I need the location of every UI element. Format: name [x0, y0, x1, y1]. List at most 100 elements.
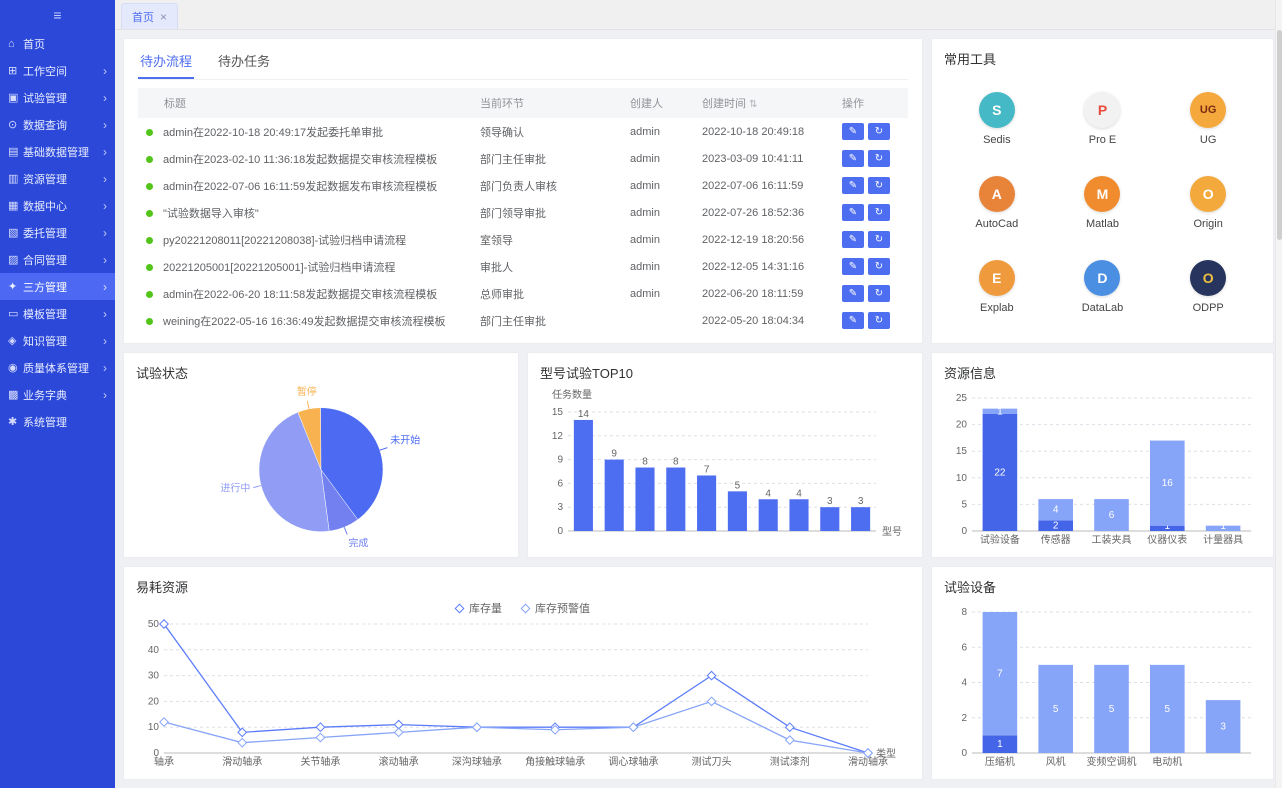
row-title: admin在2023-02-10 11:36:18发起数据提交审核流程模板 — [163, 154, 437, 166]
sidebar-item-data-center[interactable]: ▦ 数据中心 › — [0, 192, 115, 219]
svg-text:8: 8 — [642, 457, 648, 468]
tab-todo-task[interactable]: 待办任务 — [216, 47, 272, 79]
svg-text:2: 2 — [961, 713, 967, 724]
svg-text:1: 1 — [997, 739, 1003, 750]
process-button[interactable]: ↻ — [868, 204, 890, 221]
menu-item-label: 系统管理 — [23, 414, 103, 430]
tool-explab[interactable]: E Explab — [944, 260, 1050, 314]
process-button[interactable]: ↻ — [868, 285, 890, 302]
svg-text:4: 4 — [961, 678, 967, 689]
svg-text:仪器仪表: 仪器仪表 — [1147, 533, 1187, 546]
legend-diamond-icon — [455, 603, 465, 613]
tool-icon: A — [979, 176, 1015, 212]
edit-button[interactable]: ✎ — [842, 231, 864, 248]
edit-button[interactable]: ✎ — [842, 312, 864, 329]
process-button[interactable]: ↻ — [868, 150, 890, 167]
scrollbar[interactable] — [1275, 0, 1282, 788]
sidebar-item-resource-management[interactable]: ▥ 资源管理 › — [0, 165, 115, 192]
sidebar-item-test-management[interactable]: ▣ 试验管理 › — [0, 84, 115, 111]
table-row[interactable]: 20221205001[20221205001]-试验归档申请流程 审批人 ad… — [138, 253, 908, 280]
menu-item-label: 合同管理 — [23, 252, 99, 268]
edit-button[interactable]: ✎ — [842, 204, 864, 221]
sidebar-item-base-data-management[interactable]: ▤ 基础数据管理 › — [0, 138, 115, 165]
svg-text:15: 15 — [552, 407, 564, 418]
menu-item-icon: ▦ — [8, 199, 23, 212]
process-button[interactable]: ↻ — [868, 123, 890, 140]
tab-todo-process[interactable]: 待办流程 — [138, 47, 194, 79]
legend-label: 库存量 — [469, 600, 502, 616]
row-time: 2022-05-20 18:04:34 — [694, 307, 834, 334]
legend-item[interactable]: 库存量 — [456, 600, 502, 616]
tool-origin[interactable]: O Origin — [1155, 176, 1261, 230]
tool-autocad[interactable]: A AutoCad — [944, 176, 1050, 230]
menu-item-label: 资源管理 — [23, 171, 99, 187]
tool-ug[interactable]: UG UG — [1155, 92, 1261, 146]
svg-text:5: 5 — [1053, 704, 1059, 715]
tool-datalab[interactable]: D DataLab — [1050, 260, 1156, 314]
sidebar-item-home[interactable]: ⌂ 首页 — [0, 30, 115, 57]
sidebar-item-quality-system-management[interactable]: ◉ 质量体系管理 › — [0, 354, 115, 381]
model-test-top10-bar-chart: 03691215任务数量型号14988754433 — [540, 386, 910, 547]
sidebar-item-business-dictionary[interactable]: ▩ 业务字典 › — [0, 381, 115, 408]
menu-item-icon: ✱ — [8, 415, 23, 428]
table-row[interactable]: admin在2022-07-06 16:11:59发起数据发布审核流程模板 部门… — [138, 172, 908, 199]
tools-grid: S Sedis P Pro E UG UG A AutoCad M Matlab — [944, 72, 1261, 314]
tool-label: Origin — [1193, 218, 1222, 230]
menu-item-icon: ▤ — [8, 145, 23, 158]
sidebar-item-data-query[interactable]: ⊙ 数据查询 › — [0, 111, 115, 138]
chevron-right-icon: › — [103, 361, 107, 375]
table-row[interactable]: py20221208011[20221208038]-试验归档申请流程 室领导 … — [138, 226, 908, 253]
edit-button[interactable]: ✎ — [842, 285, 864, 302]
sidebar-item-third-party-management[interactable]: ✦ 三方管理 › — [0, 273, 115, 300]
sidebar-item-knowledge-management[interactable]: ◈ 知识管理 › — [0, 327, 115, 354]
process-button[interactable]: ↻ — [868, 312, 890, 329]
row-step: 审批人 — [472, 253, 622, 280]
table-row[interactable]: weining在2022-05-16 16:36:49发起数据提交审核流程模板 … — [138, 307, 908, 334]
row-creator: admin — [622, 145, 694, 172]
svg-text:12: 12 — [552, 431, 564, 442]
tool-sedis[interactable]: S Sedis — [944, 92, 1050, 146]
edit-button[interactable]: ✎ — [842, 177, 864, 194]
column-header-step: 当前环节 — [472, 88, 622, 118]
collapse-sidebar-button[interactable]: ≡ — [0, 0, 115, 30]
tab-home[interactable]: 首页 × — [121, 3, 178, 29]
tool-matlab[interactable]: M Matlab — [1050, 176, 1156, 230]
tool-proe[interactable]: P Pro E — [1050, 92, 1156, 146]
sidebar-item-commission-management[interactable]: ▧ 委托管理 › — [0, 219, 115, 246]
sort-icon[interactable]: ⇅ — [749, 99, 757, 110]
tool-odpp[interactable]: O ODPP — [1155, 260, 1261, 314]
edit-button[interactable]: ✎ — [842, 123, 864, 140]
process-button[interactable]: ↻ — [868, 231, 890, 248]
sidebar-item-workspace[interactable]: ⊞ 工作空间 › — [0, 57, 115, 84]
process-button[interactable]: ↻ — [868, 177, 890, 194]
svg-text:20: 20 — [956, 420, 968, 431]
tools-card-title: 常用工具 — [944, 49, 1261, 68]
sidebar-item-contract-management[interactable]: ▨ 合同管理 › — [0, 246, 115, 273]
row-title: admin在2022-07-06 16:11:59发起数据发布审核流程模板 — [163, 181, 437, 193]
process-button[interactable]: ↻ — [868, 258, 890, 275]
scrollbar-thumb[interactable] — [1277, 30, 1282, 240]
tool-label: Pro E — [1089, 134, 1117, 146]
table-row[interactable]: admin在2023-02-10 11:36:18发起数据提交审核流程模板 部门… — [138, 145, 908, 172]
tool-label: Matlab — [1086, 218, 1119, 230]
table-row[interactable]: admin在2022-06-20 18:11:58发起数据提交审核流程模板 总师… — [138, 280, 908, 307]
edit-button[interactable]: ✎ — [842, 258, 864, 275]
table-row[interactable]: admin在2022-10-18 20:49:17发起委托单审批 领导确认 ad… — [138, 118, 908, 145]
chevron-right-icon: › — [103, 334, 107, 348]
menu-item-icon: ◈ — [8, 334, 23, 347]
tab-close-icon[interactable]: × — [160, 10, 167, 24]
sidebar-item-system-management[interactable]: ✱ 系统管理 — [0, 408, 115, 435]
legend-item[interactable]: 库存预警值 — [522, 600, 590, 616]
menu-item-icon: ◉ — [8, 361, 23, 374]
sidebar-item-template-management[interactable]: ▭ 模板管理 › — [0, 300, 115, 327]
resource-info-title: 资源信息 — [944, 363, 1261, 382]
column-header-time[interactable]: 创建时间 ⇅ — [694, 88, 834, 118]
table-row[interactable]: "试验数据导入审核" 部门领导审批 admin 2022-07-26 18:52… — [138, 199, 908, 226]
svg-text:7: 7 — [997, 669, 1003, 680]
status-dot — [146, 237, 153, 244]
menu-item-label: 基础数据管理 — [23, 144, 99, 160]
svg-text:深沟球轴承: 深沟球轴承 — [452, 755, 502, 768]
menu-item-icon: ⌂ — [8, 38, 23, 50]
edit-button[interactable]: ✎ — [842, 150, 864, 167]
model-test-top10-card: 型号试验TOP10 03691215任务数量型号14988754433 — [527, 352, 923, 558]
